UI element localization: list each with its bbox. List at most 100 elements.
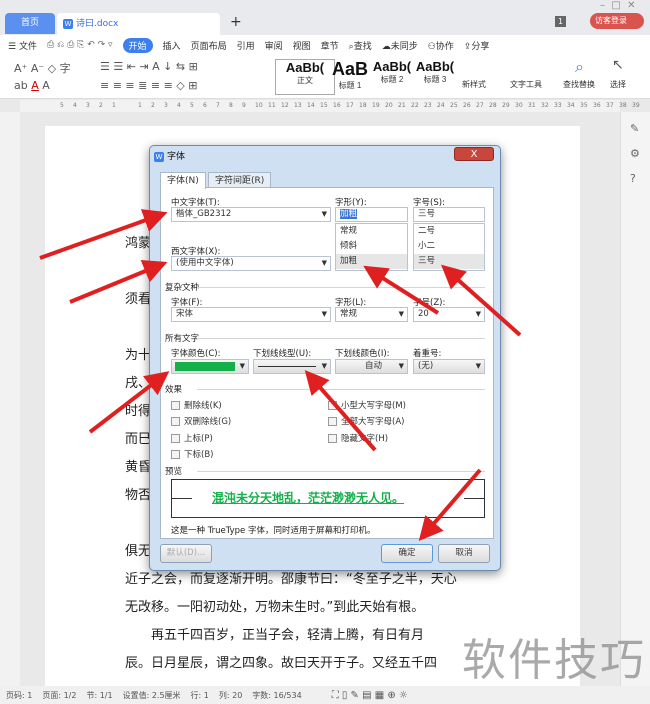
ok-button[interactable]: 确定 xyxy=(381,544,433,563)
status-word-count[interactable]: 字数: 16/534 xyxy=(252,690,301,701)
doc-line: 无改移。一阳初动处，万物未生时。”到此天始有根。 xyxy=(125,600,425,615)
doc-line: 而巳 xyxy=(125,432,152,447)
ruler-tick: 3 xyxy=(86,102,90,109)
style-option[interactable]: 常规 xyxy=(336,224,407,239)
style-heading3[interactable]: AaBb(标题 3 xyxy=(405,59,465,95)
checkbox-hidden[interactable]: 隐藏文字(H) xyxy=(328,432,388,444)
search-icon: ⌕ xyxy=(575,57,584,76)
checkbox-subscript[interactable]: 下标(B) xyxy=(171,448,213,460)
align-icons[interactable]: ≡ ≡ ≡ ≣ ≡ ≡ ◇ ⊞ xyxy=(100,79,197,92)
size-option[interactable]: 小二 xyxy=(414,239,484,254)
underline-style-select[interactable]: ▼ xyxy=(253,359,331,374)
ruler-tick: 36 xyxy=(593,102,601,109)
menu-find[interactable]: ⌕查找 xyxy=(349,39,372,52)
ruler-tick: 20 xyxy=(385,102,393,109)
cancel-button[interactable]: 取消 xyxy=(438,544,490,563)
cursor-icon: ↖ xyxy=(612,57,624,73)
menu-sync[interactable]: ☁未同步 xyxy=(382,39,418,52)
status-section: 节: 1/1 xyxy=(86,690,113,700)
size-option-selected[interactable]: 三号 xyxy=(414,254,484,269)
chinese-font-select[interactable]: 楷体_GB2312 ▼ xyxy=(171,207,331,222)
ruler-tick: 1 xyxy=(112,102,116,109)
quick-tools-icons[interactable]: ⎙ ⎌ ⎙ ⎘ ↶ ↷ ▿ xyxy=(47,40,113,50)
menu-reference[interactable]: 引用 xyxy=(237,39,255,52)
status-setting: 设置值: 2.5厘米 xyxy=(122,690,181,700)
menu-review[interactable]: 审阅 xyxy=(265,39,283,52)
ruler-tick: 38 xyxy=(619,102,627,109)
menu-insert[interactable]: 插入 xyxy=(163,39,181,52)
complex-style-select[interactable]: 常规 ▼ xyxy=(335,307,408,322)
size-input[interactable]: 三号 xyxy=(413,207,485,222)
complex-size-select[interactable]: 20 ▼ xyxy=(413,307,485,322)
ribbon: A⁺ A⁻ ◇ 字 ab A A ☰ ☰ ⇤ ⇥ A ↓ ⇆ ⊞ ≡ ≡ ≡ ≣… xyxy=(0,55,650,99)
ruler-tick: 32 xyxy=(541,102,549,109)
complex-section: 复杂文种 xyxy=(165,281,485,293)
menu-collab[interactable]: ⚇协作 xyxy=(428,39,454,52)
style-list[interactable]: 常规 倾斜 加粗 xyxy=(335,223,408,271)
style-input[interactable]: 加粗 xyxy=(335,207,408,222)
help-icon[interactable]: ? xyxy=(630,172,636,185)
menu-view[interactable]: 视图 xyxy=(293,39,311,52)
tab-spacing[interactable]: 字符间距(R) xyxy=(208,172,272,188)
checkbox-superscript[interactable]: 上标(P) xyxy=(171,432,213,444)
view-mode-icons[interactable]: ⛶ ▯ ✎ ▤ ▦ ⊕ ☼ xyxy=(332,690,408,701)
style-option[interactable]: 倾斜 xyxy=(336,239,407,254)
style-option-selected[interactable]: 加粗 xyxy=(336,254,407,269)
complex-font-select[interactable]: 宋体 ▼ xyxy=(171,307,331,322)
tab-document[interactable]: W 诗曰.docx xyxy=(57,13,220,35)
ruler-tick: 33 xyxy=(554,102,562,109)
text-tools-button[interactable]: 文字工具 xyxy=(510,79,542,90)
paragraph-icons[interactable]: ☰ ☰ ⇤ ⇥ A ↓ ⇆ ⊞ xyxy=(100,60,198,73)
vertical-ruler xyxy=(0,112,20,686)
status-bar: 页码: 1 页面: 1/2 节: 1/1 设置值: 2.5厘米 行: 1 列: … xyxy=(0,686,650,704)
font-dialog: W 字体 X 字体(N) 字符间距(R) 中文字体(T): 楷体_GB2312 ▼ … xyxy=(149,145,501,571)
font-color-select[interactable]: ▼ xyxy=(171,359,249,374)
tab-bar: 首页 W 诗曰.docx + 1 访客登录 – □ ✕ xyxy=(0,0,650,35)
size-list[interactable]: 二号 小二 三号 xyxy=(413,223,485,271)
menu-file[interactable]: ☰ 文件 xyxy=(8,39,37,52)
font-color-swatch xyxy=(175,362,235,371)
window-controls[interactable]: – □ ✕ xyxy=(600,0,636,11)
ruler-tick: 14 xyxy=(307,102,315,109)
size-option[interactable]: 二号 xyxy=(414,224,484,239)
new-style-button[interactable]: 新样式 xyxy=(462,79,486,90)
underline-color-select[interactable]: 自动 ▼ xyxy=(335,359,408,374)
ruler-tick: 8 xyxy=(229,102,233,109)
menu-layout[interactable]: 页面布局 xyxy=(191,39,227,52)
login-button[interactable]: 访客登录 xyxy=(590,13,644,29)
checkbox-all-caps[interactable]: 全部大写字母(A) xyxy=(328,415,404,427)
close-button[interactable]: X xyxy=(454,147,494,161)
doc-line: 为十 xyxy=(125,348,152,363)
ruler-tick: 2 xyxy=(151,102,155,109)
settings-icon[interactable]: ⚙ xyxy=(630,147,640,160)
ruler-tick: 23 xyxy=(424,102,432,109)
ruler-tick: 35 xyxy=(580,102,588,109)
edit-icon[interactable]: ✎ xyxy=(630,122,639,135)
ruler-tick: 18 xyxy=(359,102,367,109)
ruler-tick: 4 xyxy=(177,102,181,109)
ruler-tick: 3 xyxy=(164,102,168,109)
tab-home[interactable]: 首页 xyxy=(5,13,55,34)
ruler-tick: 9 xyxy=(242,102,246,109)
default-button[interactable]: 默认(D)... xyxy=(160,544,212,563)
emphasis-select[interactable]: (无) ▼ xyxy=(413,359,485,374)
font-color-icons[interactable]: ab A A xyxy=(14,79,50,92)
font-format-icons[interactable]: A⁺ A⁻ ◇ 字 xyxy=(14,60,71,76)
find-replace-button[interactable]: 查找替换 xyxy=(563,79,595,90)
checkbox-small-caps[interactable]: 小型大写字母(M) xyxy=(328,399,406,411)
doc-line: 须看 xyxy=(125,292,152,307)
font-color-label: 字体颜色(C): xyxy=(171,349,221,359)
horizontal-ruler[interactable]: 5 4 3 2 1 1 2 3 4 5 6 7 8 9 10 11 12 13 14 15 16 17 18 19 20 21 22… xyxy=(20,100,640,112)
checkbox-strikethrough[interactable]: 删除线(K) xyxy=(171,399,222,411)
tab-font[interactable]: 字体(N) xyxy=(160,172,206,189)
western-font-select[interactable]: (使用中文字体) ▼ xyxy=(171,256,331,271)
menu-share[interactable]: ⇪分享 xyxy=(464,39,490,52)
select-button[interactable]: 选择 xyxy=(610,79,626,90)
emphasis-label: 着重号: xyxy=(413,349,442,359)
checkbox-double-strikethrough[interactable]: 双删除线(G) xyxy=(171,415,231,427)
menu-section[interactable]: 章节 xyxy=(321,39,339,52)
wps-icon: W xyxy=(154,152,164,162)
menu-home[interactable]: 开始 xyxy=(122,37,153,53)
ruler-tick: 22 xyxy=(411,102,419,109)
new-tab-icon[interactable]: + xyxy=(230,14,242,30)
